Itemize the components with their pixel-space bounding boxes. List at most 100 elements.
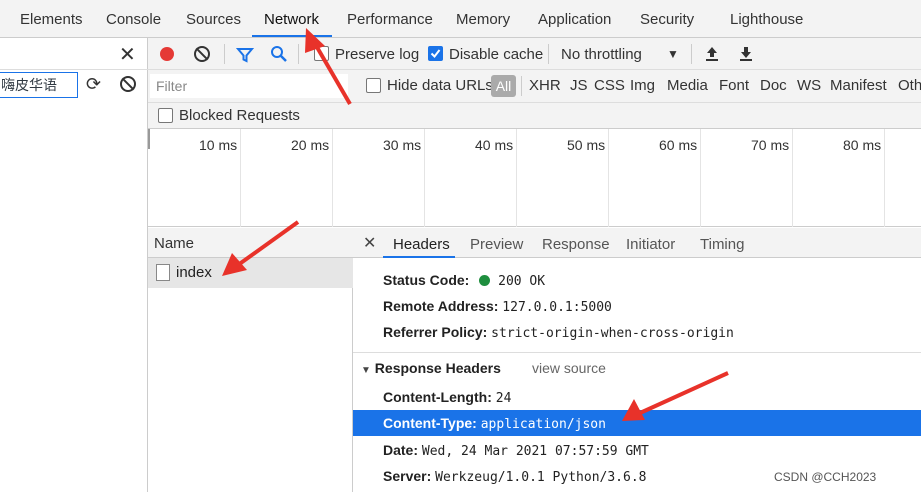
network-toolbar: Preserve log Disable cache No throttling…: [148, 38, 921, 70]
grid-line: [700, 129, 701, 227]
left-pane: ✕: [0, 38, 148, 492]
header-value: 127.0.0.1:5000: [502, 300, 612, 315]
request-row[interactable]: index: [148, 258, 353, 288]
separator: [548, 44, 549, 64]
close-icon[interactable]: ✕: [119, 42, 136, 67]
preserve-log-checkbox[interactable]: [314, 46, 329, 61]
blocked-requests-checkbox[interactable]: [158, 108, 173, 123]
request-list-header: Name: [148, 228, 353, 258]
timeline-tick: 20 ms: [291, 137, 330, 153]
filter-placeholder: Filter: [156, 78, 188, 94]
header-key: Content-Type:: [383, 415, 477, 431]
timeline-cursor: [148, 129, 150, 149]
type-filter-all[interactable]: All: [491, 75, 516, 97]
remote-address-row: Remote Address: 127.0.0.1:5000: [383, 298, 612, 315]
type-filter-js[interactable]: JS: [570, 77, 588, 94]
type-filter-doc[interactable]: Doc: [760, 77, 787, 94]
export-har-icon[interactable]: [738, 45, 754, 63]
tab-response[interactable]: Response: [542, 236, 610, 253]
header-key: Content-Length:: [383, 389, 492, 405]
type-filter-css[interactable]: CSS: [594, 77, 625, 94]
separator: [224, 44, 225, 64]
name-column-header[interactable]: Name: [154, 235, 194, 252]
tab-timing[interactable]: Timing: [700, 236, 744, 253]
block-icon[interactable]: [120, 76, 136, 92]
request-name: index: [176, 264, 212, 281]
response-headers-section[interactable]: ▼ Response Headers: [361, 360, 501, 376]
tab-lighthouse[interactable]: Lighthouse: [730, 11, 803, 28]
header-key: Remote Address:: [383, 298, 499, 314]
hide-data-urls-checkbox[interactable]: [366, 78, 381, 93]
timeline-tick: 70 ms: [751, 137, 790, 153]
tab-console[interactable]: Console: [106, 11, 161, 28]
header-key: Referrer Policy:: [383, 324, 488, 340]
dropdown-caret-icon[interactable]: ▼: [667, 47, 679, 61]
header-value: 200 OK: [498, 274, 546, 289]
search-icon[interactable]: [270, 45, 288, 63]
type-filter-ws[interactable]: WS: [797, 77, 821, 94]
grid-line: [792, 129, 793, 227]
header-value: strict-origin-when-cross-origin: [491, 326, 734, 341]
type-filter-img[interactable]: Img: [630, 77, 655, 94]
timeline-overview[interactable]: 10 ms 20 ms 30 ms 40 ms 50 ms 60 ms 70 m…: [148, 129, 921, 227]
header-value: Werkzeug/1.0.1 Python/3.6.8: [435, 470, 647, 485]
record-icon[interactable]: [160, 47, 174, 61]
active-tab-indicator: [252, 35, 332, 37]
grid-line: [884, 129, 885, 227]
content-type-row: Content-Type: application/json: [383, 415, 606, 432]
timeline-tick: 60 ms: [659, 137, 698, 153]
type-filter-xhr[interactable]: XHR: [529, 77, 561, 94]
timeline-tick: 80 ms: [843, 137, 882, 153]
separator: [521, 76, 522, 96]
close-detail-icon[interactable]: ✕: [363, 233, 376, 253]
status-ok-icon: [479, 275, 491, 286]
header-value: 24: [495, 391, 512, 406]
type-filter-media[interactable]: Media: [667, 77, 708, 94]
referrer-policy-row: Referrer Policy: strict-origin-when-cros…: [383, 324, 734, 341]
grid-line: [608, 129, 609, 227]
throttling-select[interactable]: No throttling: [561, 46, 642, 63]
filter-bar: Filter Hide data URLs All XHR JS CSS Img…: [148, 70, 921, 103]
tab-initiator[interactable]: Initiator: [626, 236, 675, 253]
tab-sources[interactable]: Sources: [186, 11, 241, 28]
disable-cache-checkbox[interactable]: [428, 46, 443, 61]
request-detail-panel: ✕ Headers Preview Response Initiator Tim…: [353, 228, 921, 492]
header-key: Date:: [383, 442, 419, 458]
status-code-row: Status Code: 200 OK: [383, 272, 545, 289]
server-row: Server: Werkzeug/1.0.1 Python/3.6.8: [383, 468, 646, 485]
view-source-link[interactable]: view source: [532, 360, 606, 376]
grid-line: [424, 129, 425, 227]
hide-data-urls-label: Hide data URLs: [387, 77, 493, 94]
separator: [298, 44, 299, 64]
active-detail-tab-indicator: [383, 256, 455, 258]
tab-elements[interactable]: Elements: [20, 11, 83, 28]
tab-preview[interactable]: Preview: [470, 236, 523, 253]
type-filter-font[interactable]: Font: [719, 77, 749, 94]
filter-input[interactable]: Filter: [150, 74, 348, 98]
tab-headers[interactable]: Headers: [393, 236, 450, 253]
import-har-icon[interactable]: [704, 45, 720, 63]
page-input-field[interactable]: 嗨皮华语: [0, 72, 78, 98]
separator: [691, 44, 692, 64]
type-filter-manifest[interactable]: Manifest: [830, 77, 887, 94]
tab-network[interactable]: Network: [264, 11, 319, 28]
tab-application[interactable]: Application: [538, 11, 611, 28]
content-length-row: Content-Length: 24: [383, 389, 511, 406]
section-divider: [353, 352, 921, 353]
filter-icon[interactable]: [236, 46, 254, 64]
blocked-requests-bar: Blocked Requests: [148, 103, 921, 129]
section-title: Response Headers: [374, 360, 501, 376]
clear-icon[interactable]: [194, 46, 210, 62]
tab-security[interactable]: Security: [640, 11, 694, 28]
header-key: Server:: [383, 468, 432, 484]
header-value: Wed, 24 Mar 2021 07:57:59 GMT: [421, 444, 649, 459]
timeline-tick: 50 ms: [567, 137, 606, 153]
tab-performance[interactable]: Performance: [347, 11, 433, 28]
grid-line: [516, 129, 517, 227]
type-filter-other[interactable]: Oth: [898, 77, 921, 94]
reload-icon[interactable]: ⟳: [86, 74, 101, 95]
devtools-tab-bar: Elements Console Sources Network Perform…: [0, 0, 921, 38]
preserve-log-label: Preserve log: [335, 46, 420, 63]
watermark: CSDN @CCH2023: [774, 470, 877, 484]
tab-memory[interactable]: Memory: [456, 11, 510, 28]
